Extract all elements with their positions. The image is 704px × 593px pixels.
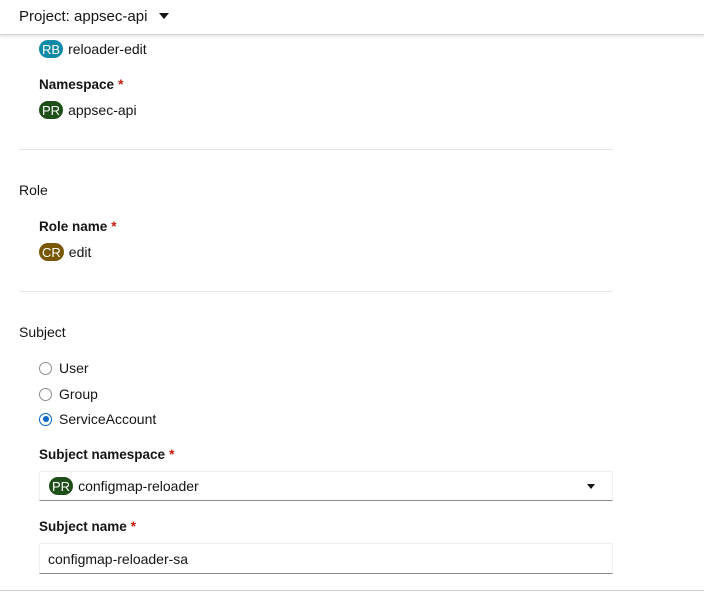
role-name-label-text: Role name xyxy=(39,219,108,234)
radio-user-control[interactable] xyxy=(39,361,52,375)
subject-namespace-label: Subject namespace * xyxy=(39,447,174,462)
cluster-role-badge: CR xyxy=(39,243,64,261)
required-marker: * xyxy=(169,447,175,462)
project-selector[interactable]: Project: appsec-api xyxy=(19,6,170,26)
subject-name-label-text: Subject name xyxy=(39,519,127,534)
subject-name-input[interactable] xyxy=(39,543,613,574)
top-bar: Project: appsec-api xyxy=(0,0,704,35)
namespace-value-text: appsec-api xyxy=(68,102,137,118)
role-binding-name-text: reloader-edit xyxy=(68,41,147,57)
subject-name-label: Subject name * xyxy=(39,519,136,534)
radio-serviceaccount-label[interactable]: ServiceAccount xyxy=(59,411,156,427)
radio-user[interactable]: User xyxy=(39,360,89,376)
radio-user-label[interactable]: User xyxy=(59,360,89,376)
namespace-value: PR appsec-api xyxy=(39,101,137,119)
role-name-value: CR edit xyxy=(39,243,91,261)
project-badge: PR xyxy=(49,477,74,495)
subject-namespace-dropdown[interactable]: PR configmap-reloader xyxy=(39,471,613,501)
role-binding-badge: RB xyxy=(39,40,64,58)
radio-serviceaccount-control[interactable] xyxy=(39,412,52,426)
subject-namespace-label-text: Subject namespace xyxy=(39,447,166,462)
namespace-label: Namespace * xyxy=(39,77,123,92)
subject-section-title: Subject xyxy=(19,324,66,340)
radio-group[interactable]: Group xyxy=(39,386,98,402)
project-selector-label: Project: appsec-api xyxy=(19,7,148,25)
radio-group-control[interactable] xyxy=(39,387,52,401)
role-name-value-text: edit xyxy=(68,244,92,260)
required-marker: * xyxy=(118,77,124,92)
radio-group-label[interactable]: Group xyxy=(59,386,98,402)
required-marker: * xyxy=(111,219,117,234)
role-binding-name: RB reloader-edit xyxy=(39,40,147,58)
role-section-title: Role xyxy=(19,182,48,198)
subject-namespace-value: configmap-reloader xyxy=(78,478,199,494)
role-name-label: Role name * xyxy=(39,219,117,234)
caret-down-icon xyxy=(159,13,170,19)
caret-down-icon xyxy=(587,484,595,489)
section-divider xyxy=(19,291,613,292)
bottom-divider xyxy=(0,590,704,591)
section-divider xyxy=(19,149,613,150)
required-marker: * xyxy=(130,519,137,534)
radio-serviceaccount[interactable]: ServiceAccount xyxy=(39,411,156,427)
namespace-label-text: Namespace xyxy=(39,77,115,92)
project-badge: PR xyxy=(39,101,64,119)
